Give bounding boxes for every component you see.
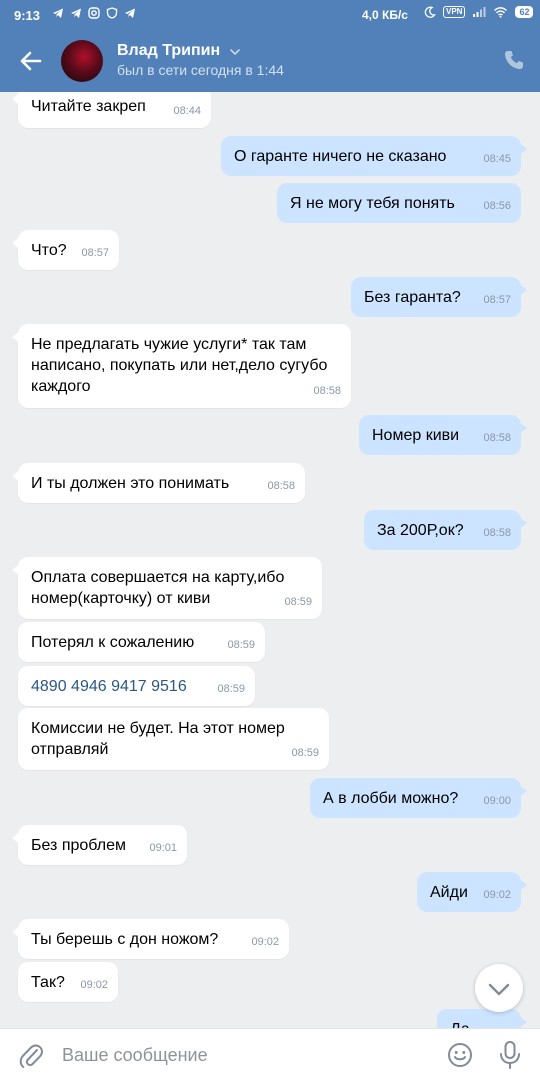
- message-bubble-outgoing[interactable]: А в лобби можно? 09:00: [310, 778, 527, 818]
- message-bubble-incoming[interactable]: Потерял к сожалению 08:59: [18, 622, 265, 662]
- message-text: Айди: [430, 884, 468, 901]
- message-time: 09:00: [483, 795, 511, 807]
- message-bubble-incoming[interactable]: Без проблем 09:01: [12, 825, 187, 865]
- status-bar: 9:13 4,0 КБ/с VPN 62: [0, 0, 540, 30]
- message-text: Так?: [31, 974, 65, 991]
- message-time: 08:57: [483, 294, 511, 306]
- message-time: 09:02: [483, 889, 511, 901]
- microphone-icon[interactable]: [498, 1040, 522, 1070]
- phone-icon[interactable]: [503, 49, 525, 71]
- card-number-link[interactable]: 4890 4946 9417 9516: [31, 678, 187, 695]
- telegram-icon: [71, 8, 81, 18]
- message-time: 08:59: [227, 639, 255, 651]
- message-text: За 200Р,ок?: [377, 522, 464, 539]
- contact-name[interactable]: Влад Трипин: [117, 42, 220, 60]
- message-text: Без проблем: [31, 837, 126, 854]
- battery-indicator: 62: [515, 6, 534, 18]
- message-time: 08:56: [483, 200, 511, 212]
- message-text: И ты должен это понимать: [31, 475, 230, 492]
- message-bubble-outgoing[interactable]: Айди 09:02: [417, 872, 527, 912]
- message-time: 08:58: [313, 385, 341, 397]
- status-system-icons: VPN 62: [424, 6, 534, 18]
- message-time: 08:44: [173, 105, 201, 117]
- message-bubble-incoming[interactable]: Ты берешь с дон ножом? 09:02: [12, 919, 289, 959]
- message-text: Комиссии не будет. На этот номер отправл…: [31, 720, 285, 758]
- message-input[interactable]: Ваше сообщение: [62, 1041, 422, 1069]
- message-text: Потерял к сожалению: [31, 634, 195, 651]
- smile-icon[interactable]: [447, 1042, 473, 1068]
- message-time: 08:59: [284, 596, 312, 608]
- message-text: О гаранте ничего не сказано: [234, 148, 447, 165]
- message-bubble-incoming[interactable]: Так? 09:02: [18, 962, 118, 1002]
- message-bubble-outgoing[interactable]: Я не могу тебя понять 08:56: [277, 183, 521, 223]
- shield-icon: [106, 7, 118, 19]
- message-bubble-incoming[interactable]: Что? 08:57: [12, 230, 119, 270]
- message-time: 09:02: [80, 979, 108, 991]
- avatar[interactable]: [61, 40, 103, 82]
- paperclip-icon[interactable]: [18, 1041, 44, 1069]
- chevron-down-icon[interactable]: [229, 47, 241, 57]
- status-notification-icons: [52, 7, 136, 19]
- message-text: Что?: [31, 242, 67, 259]
- message-bubble-outgoing[interactable]: За 200Р,ок? 08:58: [364, 510, 527, 550]
- network-speed: 4,0 КБ/с: [362, 8, 408, 22]
- telegram-icon: [125, 8, 135, 18]
- chevron-down-icon: [488, 983, 510, 996]
- message-composer: Ваше сообщение: [0, 1028, 540, 1080]
- message-text: Не предлагать чужие услуги* так там напи…: [31, 336, 328, 395]
- message-bubble-incoming[interactable]: Не предлагать чужие услуги* так там напи…: [12, 324, 351, 408]
- message-time: 08:59: [291, 747, 319, 759]
- back-arrow-icon[interactable]: [18, 48, 44, 74]
- message-text: Без гаранта?: [364, 289, 461, 306]
- message-time: 08:58: [483, 527, 511, 539]
- telegram-icon: [53, 8, 63, 18]
- message-bubble-incoming[interactable]: Комиссии не будет. На этот номер отправл…: [18, 708, 329, 770]
- signal-icon: [473, 7, 486, 17]
- message-bubble-incoming[interactable]: 4890 4946 9417 9516 08:59: [18, 666, 255, 706]
- message-list[interactable]: Читайте закреп 08:44 О гаранте ничего не…: [0, 92, 540, 1028]
- last-seen-status: был в сети сегодня в 1:44: [117, 62, 284, 78]
- message-time: 08:58: [267, 480, 295, 492]
- message-time: 08:45: [483, 153, 511, 165]
- message-bubble-incoming[interactable]: И ты должен это понимать 08:58: [12, 463, 305, 503]
- message-time: 08:59: [217, 683, 245, 695]
- status-time: 9:13: [14, 8, 41, 23]
- message-text: Оплата совершается на карту,ибо номер(ка…: [31, 569, 285, 607]
- message-text: Да: [450, 1021, 470, 1028]
- message-text: Номер киви: [372, 427, 460, 444]
- message-time: 09:02: [251, 936, 279, 948]
- message-bubble-outgoing[interactable]: Номер киви 08:58: [359, 415, 527, 455]
- message-time: 09:01: [149, 842, 177, 854]
- wifi-icon: [494, 7, 508, 18]
- message-bubble-outgoing[interactable]: Без гаранта? 08:57: [351, 277, 527, 317]
- scroll-down-button[interactable]: [475, 964, 523, 1012]
- message-time: 08:57: [81, 247, 109, 259]
- message-text: А в лобби можно?: [323, 790, 459, 807]
- message-bubble-outgoing[interactable]: О гаранте ничего не сказано 08:45: [221, 136, 527, 176]
- message-bubble-incoming[interactable]: Оплата совершается на карту,ибо номер(ка…: [12, 557, 322, 619]
- message-time: 08:58: [483, 432, 511, 444]
- vpn-badge: VPN: [443, 6, 466, 18]
- message-text: Я не могу тебя понять: [290, 195, 455, 212]
- chat-header: 9:13 4,0 КБ/с VPN 62 Влад Трипин был в с…: [0, 0, 540, 92]
- instagram-icon: [88, 7, 100, 19]
- moon-icon: [424, 6, 436, 18]
- message-bubble-incoming[interactable]: Читайте закреп 08:44: [12, 92, 211, 128]
- message-text: Читайте закреп: [31, 98, 146, 115]
- message-text: Ты берешь с дон ножом?: [31, 931, 219, 948]
